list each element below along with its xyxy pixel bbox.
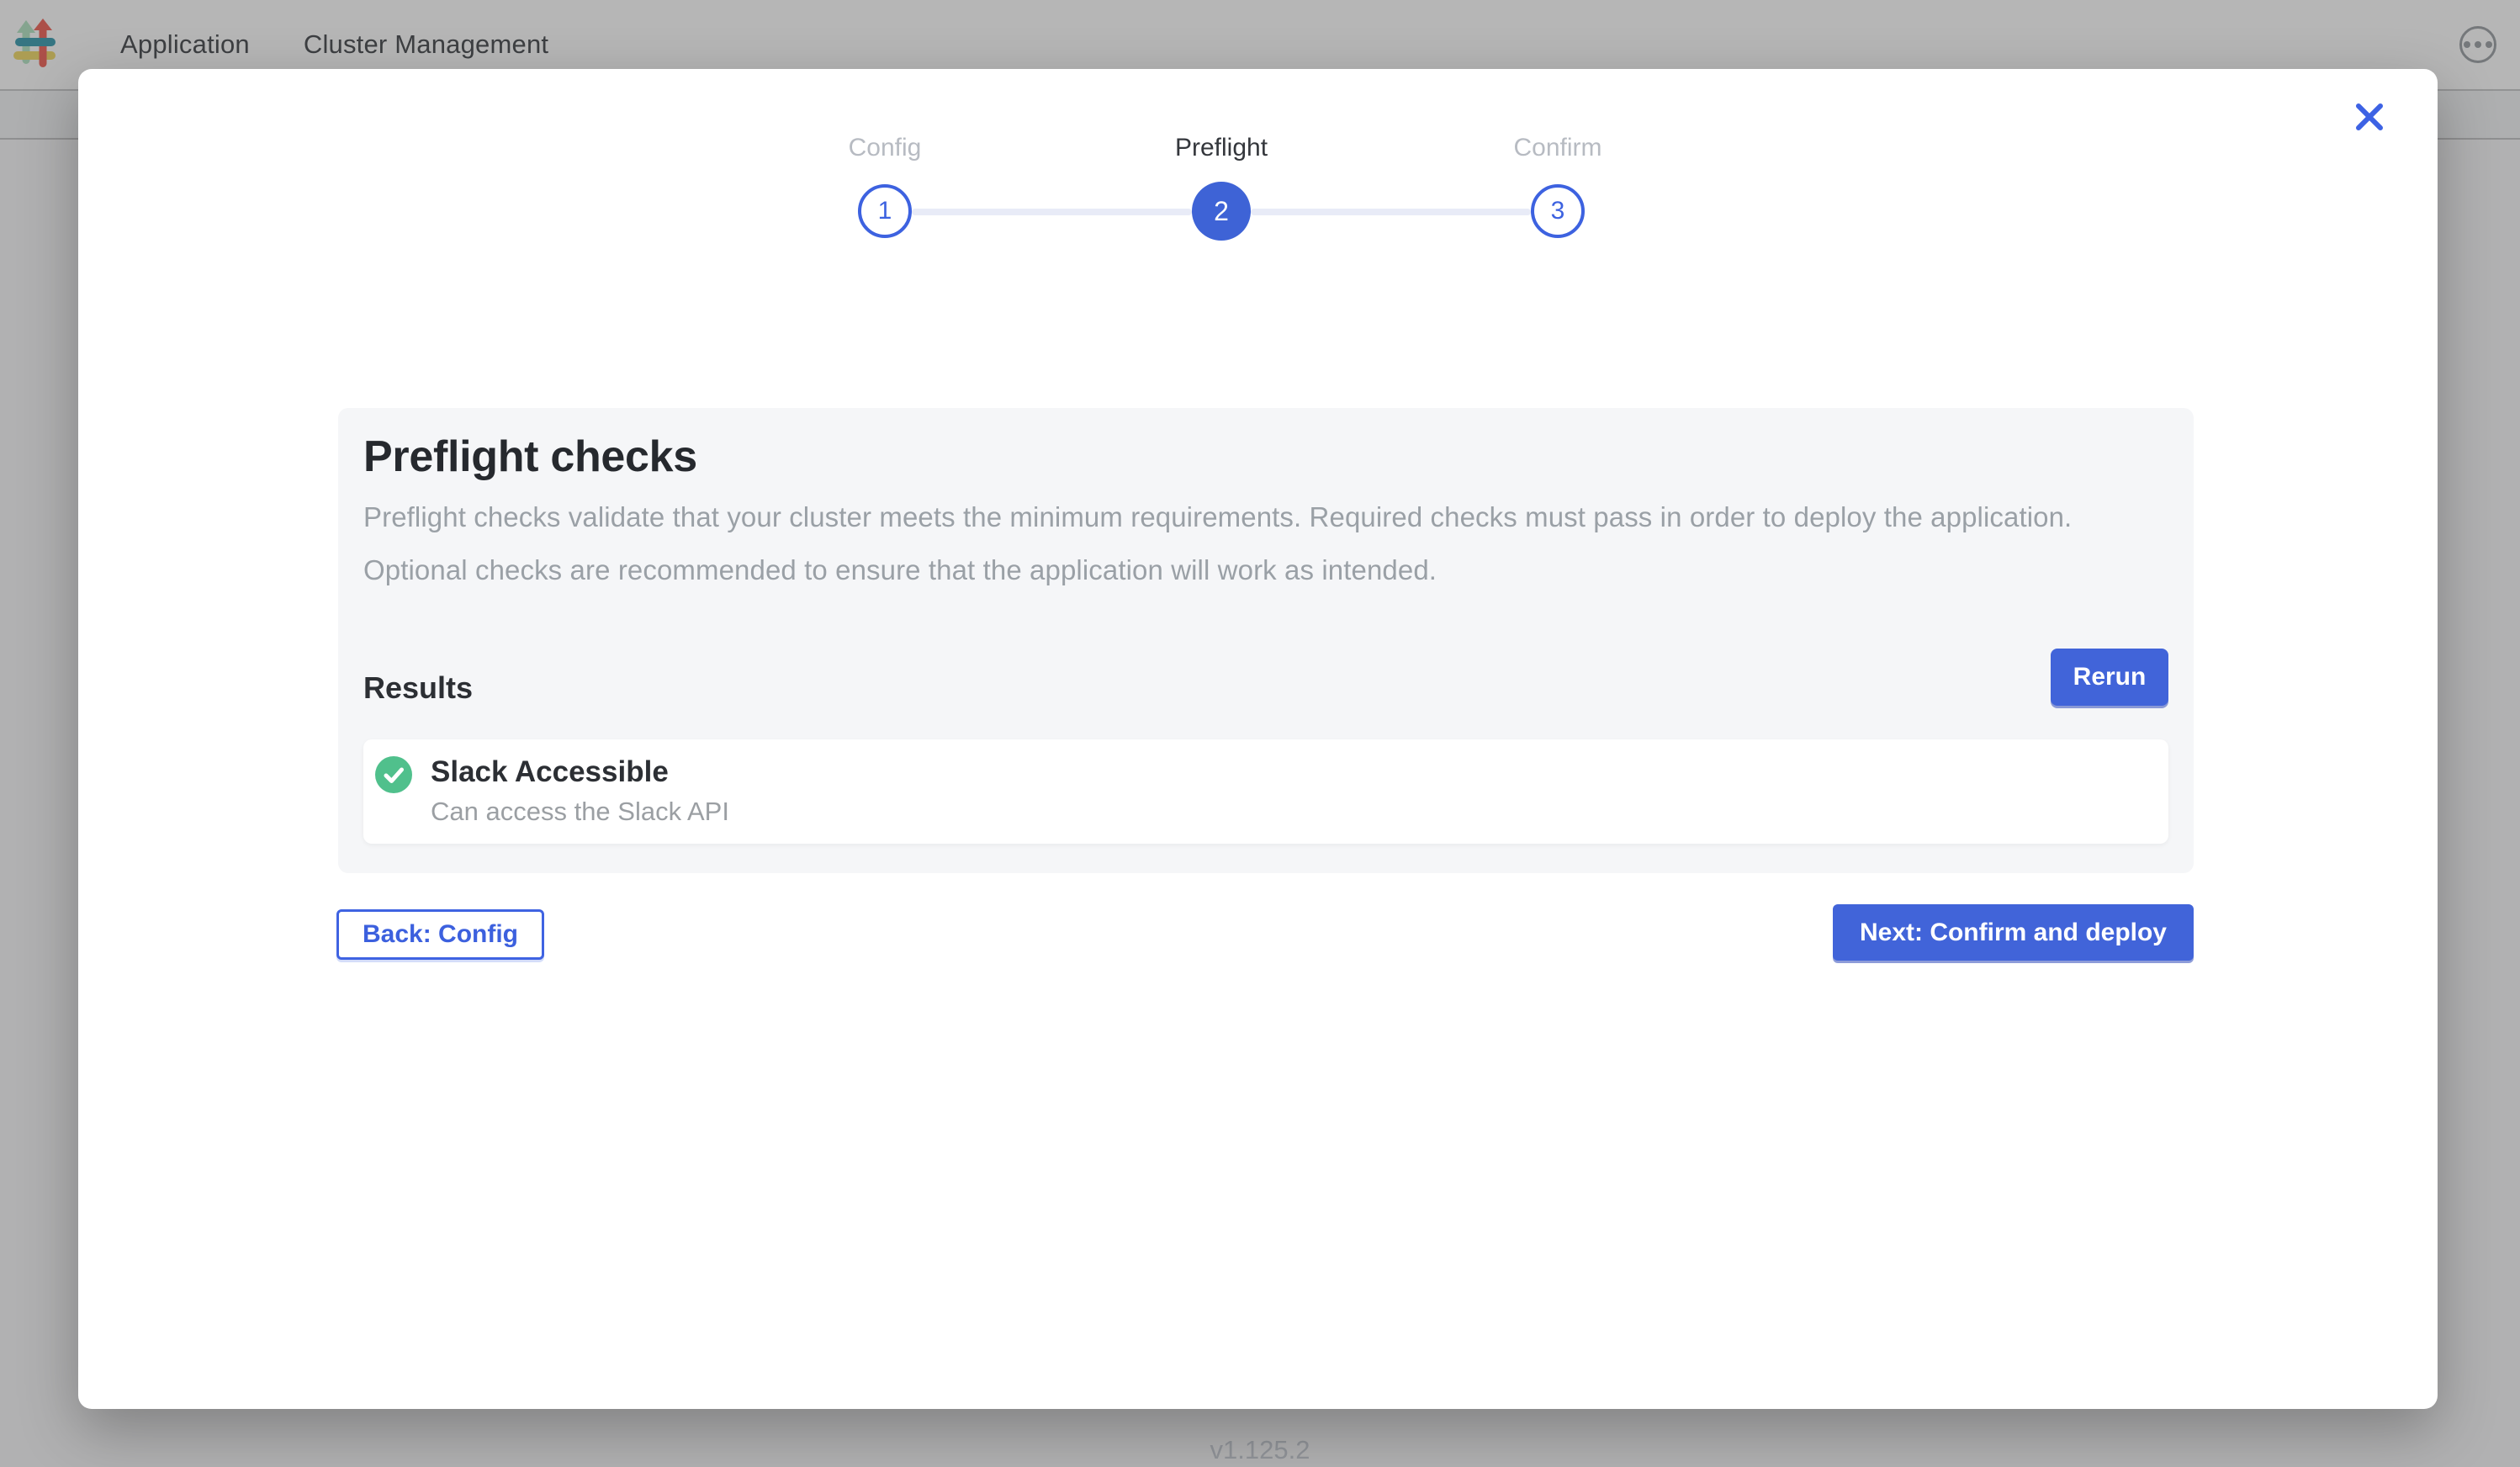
step-preflight-circle: 2 xyxy=(1192,182,1251,241)
rerun-button[interactable]: Rerun xyxy=(2051,649,2168,706)
check-title: Slack Accessible xyxy=(431,753,729,792)
preflight-wizard-modal: Config 1 Preflight 2 Confirm 3 Preflight… xyxy=(78,69,2438,1409)
preflight-description: Preflight checks validate that your clus… xyxy=(363,490,2142,596)
next-confirm-deploy-button[interactable]: Next: Confirm and deploy xyxy=(1833,904,2194,961)
step-config-label: Config xyxy=(750,133,1019,163)
step-confirm: Confirm 3 xyxy=(1423,133,1692,241)
back-config-button[interactable]: Back: Config xyxy=(336,909,544,960)
step-preflight: Preflight 2 xyxy=(1087,133,1356,241)
results-heading: Results xyxy=(363,670,473,706)
step-config-circle: 1 xyxy=(858,184,912,238)
check-circle-icon xyxy=(375,756,412,793)
step-config: Config 1 xyxy=(750,133,1019,241)
results-header-row: Results Rerun xyxy=(363,649,2168,706)
preflight-checks-card: Preflight checks Preflight checks valida… xyxy=(338,408,2194,873)
preflight-result-item: Slack Accessible Can access the Slack AP… xyxy=(363,739,2168,844)
close-icon xyxy=(2353,101,2385,133)
step-confirm-label: Confirm xyxy=(1423,133,1692,163)
close-modal-button[interactable] xyxy=(2345,93,2394,141)
check-text-block: Slack Accessible Can access the Slack AP… xyxy=(431,753,729,829)
step-confirm-circle: 3 xyxy=(1531,184,1585,238)
wizard-action-row: Back: Config Next: Confirm and deploy xyxy=(336,904,2194,961)
preflight-title: Preflight checks xyxy=(363,430,2168,484)
step-preflight-label: Preflight xyxy=(1087,133,1356,163)
check-detail: Can access the Slack API xyxy=(431,795,729,829)
wizard-stepper: Config 1 Preflight 2 Confirm 3 xyxy=(750,133,1692,284)
